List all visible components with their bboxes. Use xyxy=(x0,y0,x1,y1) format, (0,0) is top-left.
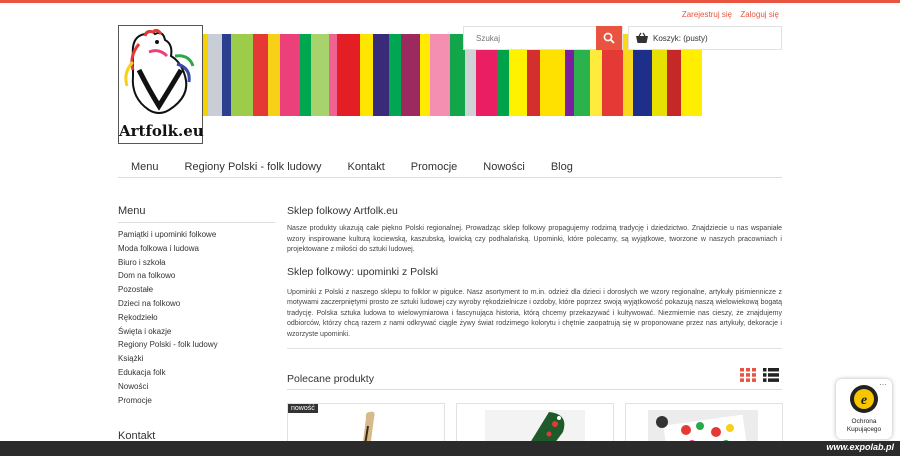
banner-stripe xyxy=(420,34,430,116)
nav-menu[interactable]: Menu xyxy=(131,156,159,177)
recommended-title: Polecane produkty xyxy=(287,373,374,385)
rooster-logo-icon xyxy=(124,28,195,114)
banner-stripe xyxy=(231,34,253,116)
more-options-icon[interactable]: ··· xyxy=(879,380,887,389)
sidebar-item-home[interactable]: Dom na folkowo xyxy=(118,269,218,283)
sidebar-item-souvenirs[interactable]: Pamiątki i upominki folkowe xyxy=(118,228,218,242)
logo-text: Artfolk.eu xyxy=(119,122,204,140)
sidebar-item-new[interactable]: Nowości xyxy=(118,380,218,394)
sidebar-item-fashion[interactable]: Moda folkowa i ludowa xyxy=(118,242,218,256)
sidebar-item-other[interactable]: Pozostałe xyxy=(118,283,218,297)
search-button[interactable] xyxy=(596,26,622,50)
watermark-text: www.expolab.pl xyxy=(826,442,894,452)
main-navigation: Menu Regiony Polski - folk ludowy Kontak… xyxy=(118,156,782,178)
sidebar-item-kids[interactable]: Dzieci na folkowo xyxy=(118,297,218,311)
banner-stripe xyxy=(401,34,421,116)
sidebar-item-education[interactable]: Edukacja folk xyxy=(118,366,218,380)
trust-label-line2: Kupującego xyxy=(846,426,882,433)
banner-stripe xyxy=(310,34,329,116)
main-content: Sklep folkowy Artfolk.eu Nasze produkty … xyxy=(287,205,782,349)
cart-label: Koszyk: (pusty) xyxy=(653,33,708,43)
nav-blog[interactable]: Blog xyxy=(551,156,573,177)
login-link[interactable]: Zaloguj się xyxy=(740,10,779,19)
page-title: Sklep folkowy Artfolk.eu xyxy=(287,205,398,217)
section-subtitle: Sklep folkowy: upominki z Polski xyxy=(287,265,439,278)
watermark-bar: www.expolab.pl xyxy=(0,441,900,456)
banner-stripe xyxy=(373,34,390,116)
banner-stripe xyxy=(359,34,374,116)
sidebar-item-office[interactable]: Biuro i szkoła xyxy=(118,256,218,270)
account-links: Zarejestruj się Zaloguj się xyxy=(676,10,779,19)
banner-stripe xyxy=(300,34,311,116)
cart-button[interactable]: Koszyk: (pusty) xyxy=(628,26,782,50)
svg-text:e: e xyxy=(861,393,867,408)
sidebar-item-holidays[interactable]: Święta i okazje xyxy=(118,325,218,339)
trust-label: Ochrona Kupującego xyxy=(836,418,892,434)
top-accent-bar xyxy=(0,0,900,3)
new-badge: nowość xyxy=(288,404,318,413)
recommended-divider xyxy=(287,389,782,390)
banner-stripe xyxy=(252,34,268,116)
banner-stripe xyxy=(208,34,222,116)
banner-stripe xyxy=(328,34,337,116)
nav-promotions[interactable]: Promocje xyxy=(411,156,457,177)
nav-regions[interactable]: Regiony Polski - folk ludowy xyxy=(185,156,322,177)
banner-stripe xyxy=(221,34,232,116)
search-icon xyxy=(603,32,615,44)
search-input[interactable] xyxy=(464,27,597,49)
sidebar-item-regions[interactable]: Regiony Polski - folk ludowy xyxy=(118,338,218,352)
content-divider xyxy=(287,348,782,349)
sidebar-item-books[interactable]: Książki xyxy=(118,352,218,366)
view-toggle xyxy=(740,368,779,382)
banner-stripe xyxy=(336,34,360,116)
sidebar-item-promotions[interactable]: Promocje xyxy=(118,394,218,408)
banner-stripe xyxy=(279,34,301,116)
banner-stripe xyxy=(429,34,450,116)
sidebar-title: Menu xyxy=(118,205,275,223)
body-paragraph: Upominki z Polski z naszego sklepu to fo… xyxy=(287,288,782,338)
sidebar-item-handicraft[interactable]: Rękodzieło xyxy=(118,311,218,325)
grid-view-icon[interactable] xyxy=(740,368,756,382)
nav-new[interactable]: Nowości xyxy=(483,156,525,177)
search-bar xyxy=(463,26,623,50)
sidebar-menu: Pamiątki i upominki folkowe Moda folkowa… xyxy=(118,228,218,407)
list-view-icon[interactable] xyxy=(763,368,779,382)
trusted-shops-badge[interactable]: ··· e Ochrona Kupującego xyxy=(836,379,892,439)
basket-icon xyxy=(636,32,648,43)
trust-label-line1: Ochrona xyxy=(851,418,877,425)
banner-stripe xyxy=(267,34,280,116)
register-link[interactable]: Zarejestruj się xyxy=(682,10,732,19)
banner-stripe xyxy=(389,34,402,116)
nav-contact[interactable]: Kontakt xyxy=(347,156,384,177)
logo[interactable]: Artfolk.eu xyxy=(118,25,204,144)
intro-paragraph: Nasze produkty ukazują całe piękno Polsk… xyxy=(287,225,782,253)
trusted-shops-seal-icon: e xyxy=(850,385,878,413)
